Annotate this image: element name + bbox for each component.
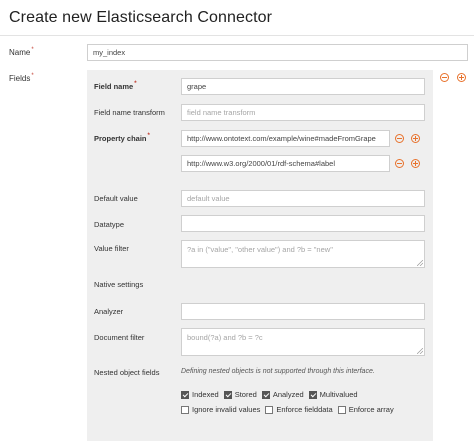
required-marker: * (31, 73, 34, 79)
default-value-label: Default value (94, 194, 138, 203)
value-filter-label: Value filter (94, 244, 129, 253)
field-name-label: Field name* (94, 81, 137, 91)
value-filter-textarea[interactable]: ?a in ("value", "other value") and ?b = … (181, 240, 425, 268)
resize-grip-icon[interactable] (417, 348, 423, 354)
minus-circle-icon (397, 163, 402, 164)
field-name-transform-input[interactable]: field name transform (181, 104, 425, 121)
remove-property-button[interactable] (395, 134, 404, 143)
ignore-invalid-values-checkbox[interactable] (181, 405, 189, 414)
document-filter-textarea[interactable]: bound(?a) and ?b = ?c (181, 328, 425, 356)
analyzed-option[interactable]: Analyzed (261, 390, 304, 399)
remove-property-button[interactable] (395, 159, 404, 168)
add-property-button[interactable] (411, 134, 420, 143)
stored-checkbox[interactable] (223, 390, 232, 399)
default-value-input[interactable]: default value (181, 190, 425, 207)
property-chain-label: Property chain* (94, 133, 150, 143)
datatype-label: Datatype (94, 220, 125, 229)
name-input[interactable]: my_index (87, 44, 468, 61)
datatype-input[interactable] (181, 215, 425, 232)
multivalued-option[interactable]: Multivalued (308, 390, 358, 399)
add-field-button[interactable] (457, 73, 466, 82)
multivalued-checkbox[interactable] (308, 390, 317, 399)
enforce-fielddata-checkbox[interactable] (265, 405, 274, 414)
property-chain-input-1[interactable]: http://www.ontotext.com/example/wine#mad… (181, 130, 390, 147)
nested-objects-note: Defining nested objects is not supported… (181, 368, 375, 375)
required-marker: * (134, 81, 137, 87)
required-marker: * (147, 133, 150, 139)
document-filter-label: Document filter (94, 333, 145, 342)
minus-circle-icon (442, 77, 447, 78)
enforce-fielddata-option[interactable]: Enforce fielddata (265, 405, 333, 414)
resize-grip-icon[interactable] (417, 260, 423, 266)
options-row-1: Indexed Stored Analyzed Multivalued (181, 390, 363, 399)
fields-panel: Field name* grape Field name transform f… (87, 70, 433, 441)
analyzer-label: Analyzer (94, 307, 124, 316)
analyzed-checkbox[interactable] (261, 390, 270, 399)
minus-circle-icon (397, 138, 402, 139)
property-chain-input-2[interactable]: http://www.w3.org/2000/01/rdf-schema#lab… (181, 155, 390, 172)
page-title: Create new Elasticsearch Connector (9, 9, 273, 26)
fields-label: Fields* (9, 73, 34, 83)
indexed-option[interactable]: Indexed (181, 390, 219, 399)
nested-object-fields-label: Nested object fields (94, 368, 160, 377)
indexed-checkbox[interactable] (181, 390, 189, 399)
enforce-array-option[interactable]: Enforce array (337, 405, 394, 414)
enforce-array-checkbox[interactable] (337, 405, 346, 414)
title-divider (0, 35, 474, 36)
ignore-invalid-values-option[interactable]: Ignore invalid values (181, 405, 260, 414)
remove-field-button[interactable] (440, 73, 449, 82)
native-settings-label: Native settings (94, 280, 144, 289)
add-property-button[interactable] (411, 159, 420, 168)
analyzer-input[interactable] (181, 303, 425, 320)
required-marker: * (31, 47, 34, 53)
name-label: Name* (9, 47, 34, 57)
stored-option[interactable]: Stored (223, 390, 257, 399)
field-name-transform-label: Field name transform (94, 108, 165, 117)
options-row-2: Ignore invalid values Enforce fielddata … (181, 405, 399, 414)
field-name-input[interactable]: grape (181, 78, 425, 95)
